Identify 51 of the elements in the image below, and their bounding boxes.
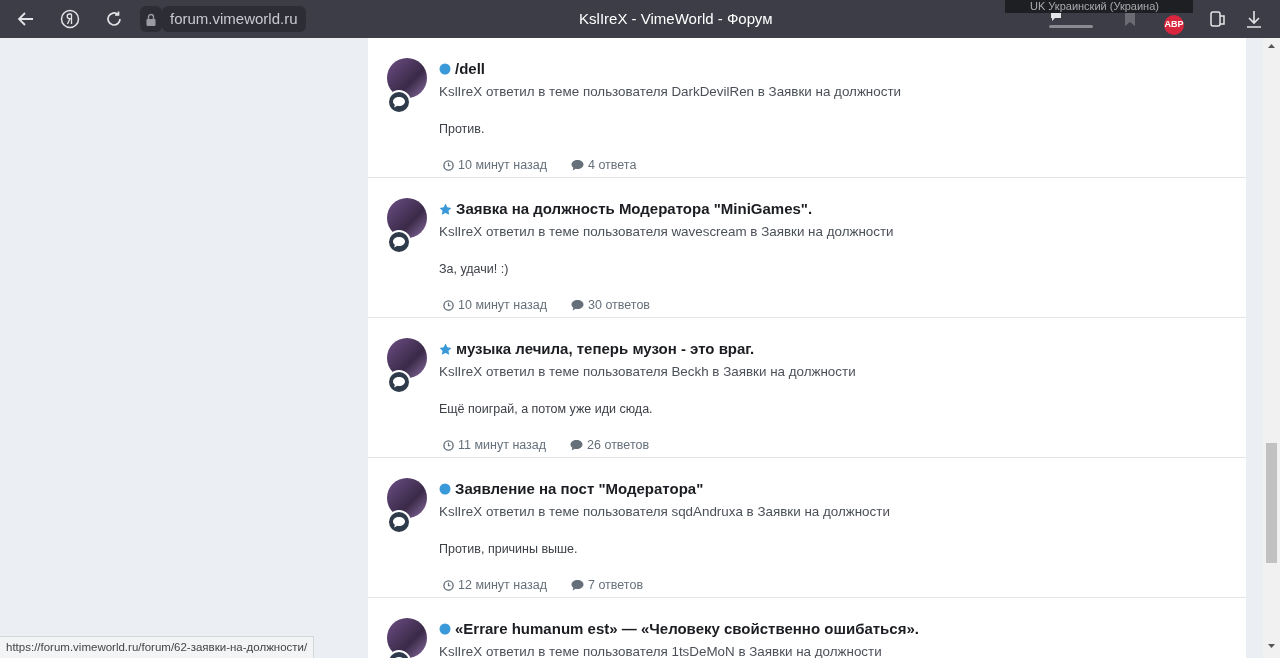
- avatar[interactable]: [387, 58, 427, 98]
- avatar[interactable]: [387, 478, 427, 518]
- speech-bubble-icon: [570, 440, 584, 452]
- unread-dot-icon: [439, 63, 451, 76]
- clock-icon: [443, 300, 454, 312]
- language-tooltip: UK Украинский (Украина): [1005, 0, 1193, 13]
- clock-icon: [443, 440, 454, 452]
- post-time: 11 минут назад: [458, 437, 547, 455]
- avatar[interactable]: [387, 618, 427, 658]
- post-excerpt: За, удачи! :): [439, 260, 510, 278]
- topic-link[interactable]: /dell: [455, 58, 485, 81]
- reply-count: 7 ответов: [588, 577, 644, 595]
- activity-summary: KslIreX ответил в теме пользователя wavescream в Заявки на должности: [439, 222, 894, 241]
- topic-link[interactable]: Заявление на пост "Модератора": [455, 478, 704, 501]
- activity-summary: KslIreX ответил в теме пользователя DarkDevilRen в Заявки на должности: [439, 82, 901, 101]
- post-excerpt: Против, причины выше.: [439, 540, 579, 558]
- activity-summary: KslIreX ответил в теме пользователя Beckh в Заявки на должности: [439, 362, 856, 381]
- post-time: 10 минут назад: [458, 297, 547, 315]
- window-title: KslIreX - VimeWorld - Форум: [579, 8, 773, 29]
- comment-icon: [387, 510, 411, 534]
- reply-count: 30 ответов: [588, 297, 650, 315]
- topic-link[interactable]: Заявка на должность Модератора "MiniGames".: [456, 198, 813, 221]
- star-icon: [439, 202, 452, 216]
- speech-bubble-icon: [571, 580, 584, 592]
- post-excerpt: Против.: [439, 120, 486, 138]
- topic-link[interactable]: «Errare humanum est» — «Человеку свойственно ошибаться».: [455, 618, 919, 641]
- avatar[interactable]: [387, 198, 427, 238]
- adblock-badge[interactable]: ABP: [1164, 15, 1184, 35]
- post-excerpt: Ещё поиграй, а потом уже иди сюда.: [439, 400, 654, 418]
- comment-icon: [387, 90, 411, 114]
- clock-icon: [443, 160, 454, 172]
- speech-bubble-icon: [571, 160, 584, 172]
- address-field[interactable]: forum.vimeworld.ru: [162, 6, 306, 32]
- star-icon: [439, 342, 452, 356]
- unread-dot-icon: [439, 623, 451, 636]
- comment-icon: [387, 370, 411, 394]
- reply-count: 4 ответа: [588, 157, 637, 175]
- lock-icon: [140, 6, 162, 32]
- speech-bubble-icon: [571, 300, 584, 312]
- status-url: https://forum.vimeworld.ru/forum/62-заявки-на-должности/: [0, 635, 315, 658]
- activity-summary: KslIreX ответил в теме пользователя sqdAndruxa в Заявки на должности: [439, 502, 890, 521]
- avatar[interactable]: [387, 338, 427, 378]
- activity-summary: KslIreX ответил в теме пользователя 1tsDeMoN в Заявки на должности: [439, 642, 883, 658]
- unread-dot-icon: [439, 483, 451, 496]
- comment-icon: [387, 230, 411, 254]
- clock-icon: [443, 580, 454, 592]
- topic-link[interactable]: музыка лечила, теперь музон - это враг.: [456, 338, 755, 361]
- post-time: 10 минут назад: [458, 157, 547, 175]
- scrollbar[interactable]: [1263, 38, 1280, 658]
- post-time: 12 минут назад: [458, 577, 547, 595]
- reply-count: 26 ответов: [587, 437, 650, 455]
